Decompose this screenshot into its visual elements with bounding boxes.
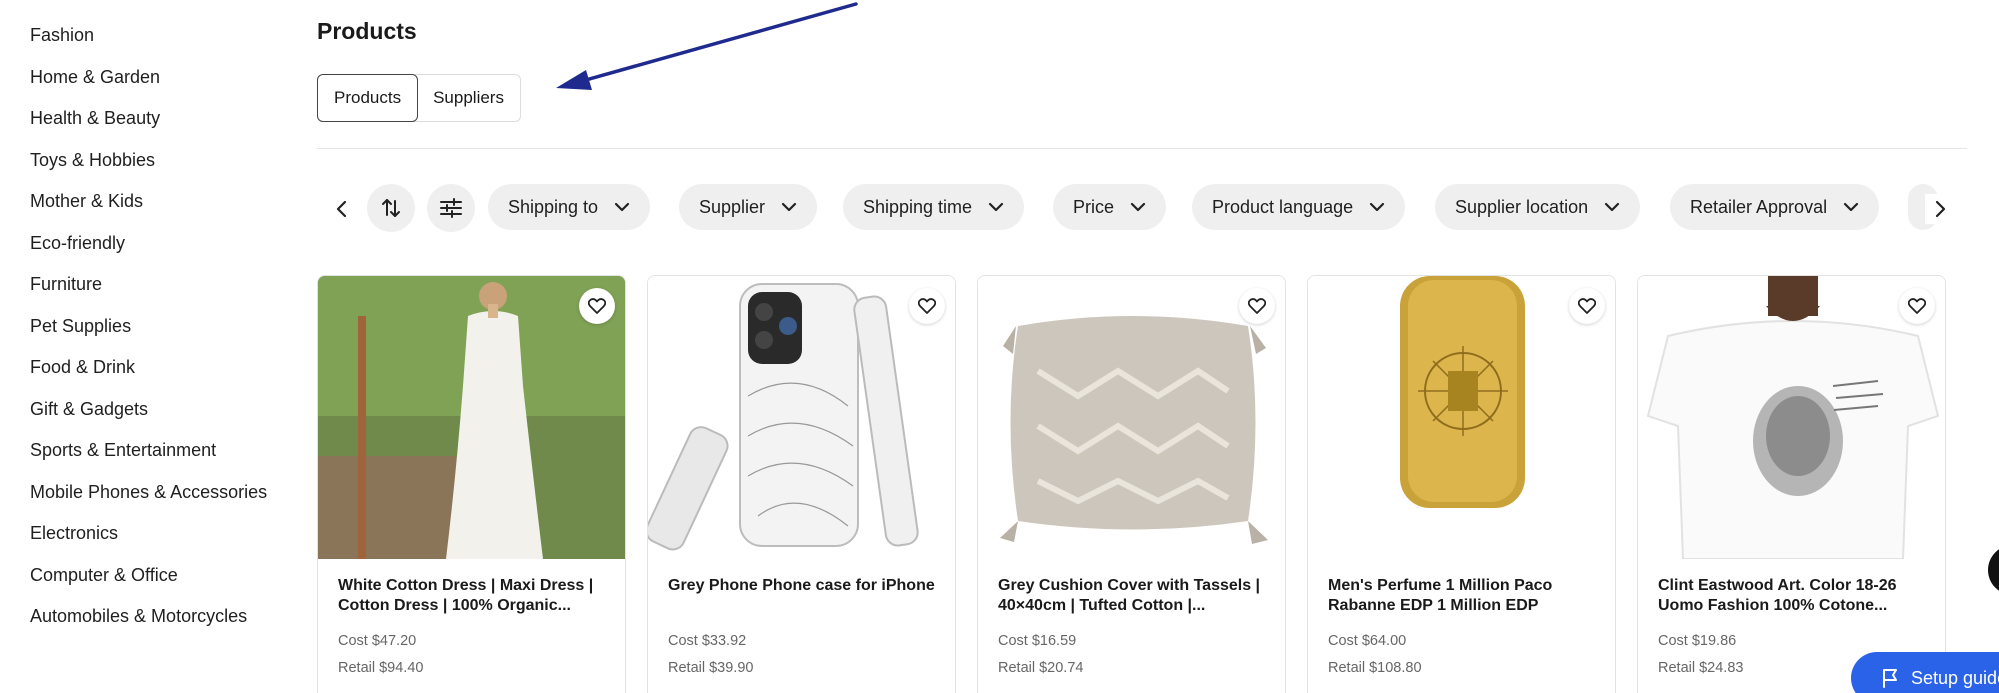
product-card[interactable]: Clint Eastwood Art. Color 18-26 Uomo Fas… [1637,275,1946,693]
sidebar-item-food-drink[interactable]: Food & Drink [30,357,135,378]
product-image [318,276,625,559]
product-image [648,276,955,559]
product-retail: Retail $24.83 [1658,660,1744,676]
chip-label: Supplier [699,196,766,217]
chevron-down-icon [1130,202,1146,212]
product-title[interactable]: Grey Phone Phone case for iPhone [668,576,943,596]
product-title[interactable]: White Cotton Dress | Maxi Dress | Cotton… [338,576,613,616]
chip-label: Product language [1212,196,1354,217]
product-retail: Retail $39.90 [668,660,754,676]
sidebar-item-sports-entertainment[interactable]: Sports & Entertainment [30,440,216,461]
chevron-down-icon [781,202,797,212]
product-card[interactable]: Grey Cushion Cover with Tassels | 40×40c… [977,275,1286,693]
product-retail: Retail $94.40 [338,660,424,676]
filter-shipping-time[interactable]: Shipping time [843,184,1025,230]
product-card[interactable]: Men's Perfume 1 Million Paco Rabanne EDP… [1307,275,1616,693]
product-image [1638,276,1945,559]
sidebar-item-automobiles[interactable]: Automobiles & Motorcycles [30,606,247,627]
product-card[interactable]: White Cotton Dress | Maxi Dress | Cotton… [317,275,626,693]
product-title[interactable]: Grey Cushion Cover with Tassels | 40×40c… [998,576,1273,616]
product-cost: Cost $16.59 [998,633,1077,649]
sidebar-item-eco-friendly[interactable]: Eco-friendly [30,233,125,254]
sidebar-item-pet-supplies[interactable]: Pet Supplies [30,316,131,337]
chevron-right-icon[interactable] [1925,194,1955,224]
flag-icon [1881,668,1899,688]
product-image [978,276,1285,559]
product-cost: Cost $64.00 [1328,633,1407,649]
chevron-down-icon [1369,202,1385,212]
sidebar-item-computer-office[interactable]: Computer & Office [30,565,178,586]
filter-price[interactable]: Price [1053,184,1167,230]
divider [317,148,1967,149]
product-card[interactable]: Grey Phone Phone case for iPhone Cost $3… [647,275,956,693]
sliders-icon [439,197,463,219]
chip-label: Retailer Approval [1690,196,1828,217]
sidebar-item-mother-kids[interactable]: Mother & Kids [30,191,143,212]
product-retail: Retail $20.74 [998,660,1084,676]
chip-label: Shipping time [863,196,973,217]
chevron-down-icon [1843,202,1859,212]
chevron-left-icon[interactable] [327,194,357,224]
sort-button[interactable] [367,184,415,232]
sidebar-item-gift-gadgets[interactable]: Gift & Gadgets [30,399,148,420]
product-cost: Cost $47.20 [338,633,417,649]
tab-suppliers[interactable]: Suppliers [417,75,520,121]
product-cost: Cost $33.92 [668,633,747,649]
chip-label: Price [1073,196,1115,217]
chat-launcher[interactable] [1988,545,1999,595]
filter-settings-button[interactable] [427,184,475,232]
filter-retailer-approval[interactable]: Retailer Approval [1670,184,1880,230]
sidebar-item-electronics[interactable]: Electronics [30,523,118,544]
chevron-down-icon [988,202,1004,212]
heart-icon[interactable] [1899,288,1935,324]
sidebar-item-toys-hobbies[interactable]: Toys & Hobbies [30,150,155,171]
filter-supplier-location[interactable]: Supplier location [1435,184,1641,230]
sidebar-item-fashion[interactable]: Fashion [30,25,94,46]
category-sidebar: Fashion Home & Garden Health & Beauty To… [0,0,300,693]
product-retail: Retail $108.80 [1328,660,1422,676]
filter-product-language[interactable]: Product language [1192,184,1406,230]
product-image [1308,276,1615,559]
sidebar-item-mobile-phones[interactable]: Mobile Phones & Accessories [30,482,267,503]
page-title: Products [317,18,417,44]
heart-icon[interactable] [579,288,615,324]
product-title[interactable]: Men's Perfume 1 Million Paco Rabanne EDP… [1328,576,1603,616]
sidebar-item-furniture[interactable]: Furniture [30,274,102,295]
sidebar-item-home-garden[interactable]: Home & Garden [30,67,160,88]
chip-label: Supplier location [1455,196,1589,217]
chevron-down-icon [1604,202,1620,212]
filter-shipping-to[interactable]: Shipping to [488,184,651,230]
setup-guide-label: Setup guide [1911,667,1999,688]
filter-supplier[interactable]: Supplier [679,184,818,230]
view-toggle: Products Suppliers [317,74,521,122]
tab-products[interactable]: Products [317,74,419,122]
chip-label: Shipping to [508,196,599,217]
sort-icon [380,197,402,219]
annotation-arrow [556,2,858,90]
sidebar-item-health-beauty[interactable]: Health & Beauty [30,108,160,129]
heart-icon[interactable] [1239,288,1275,324]
heart-icon[interactable] [1569,288,1605,324]
setup-guide-button[interactable]: Setup guide [1851,652,1999,693]
chevron-down-icon [614,202,630,212]
heart-icon[interactable] [909,288,945,324]
product-cost: Cost $19.86 [1658,633,1737,649]
product-title[interactable]: Clint Eastwood Art. Color 18-26 Uomo Fas… [1658,576,1933,616]
